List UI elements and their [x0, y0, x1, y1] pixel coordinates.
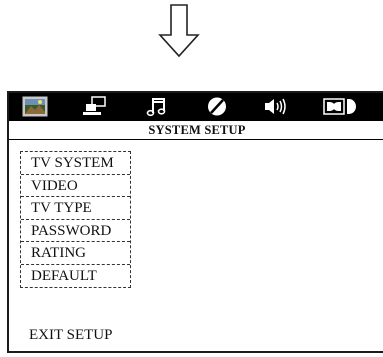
exit-setup-button[interactable]: EXIT SETUP — [29, 326, 112, 344]
preference-disc-icon[interactable] — [205, 96, 229, 117]
video-setup-icon[interactable] — [82, 96, 108, 117]
down-arrow-icon — [158, 4, 200, 58]
setup-icon-bar — [9, 93, 383, 120]
general-setup-picture-icon[interactable] — [22, 96, 48, 117]
speaker-volume-icon[interactable] — [263, 96, 293, 117]
menu-item-rating[interactable]: RATING — [21, 242, 130, 265]
menu-item-tv-system[interactable]: TV SYSTEM — [21, 152, 130, 175]
dolby-digital-icon[interactable] — [323, 96, 357, 117]
setup-menu-panel: SYSTEM SETUP TV SYSTEM VIDEO TV TYPE PAS… — [7, 91, 383, 353]
menu-item-tv-type[interactable]: TV TYPE — [21, 197, 130, 220]
page-title: SYSTEM SETUP — [9, 120, 383, 140]
system-setup-menu: TV SYSTEM VIDEO TV TYPE PASSWORD RATING … — [20, 151, 131, 288]
menu-item-video[interactable]: VIDEO — [21, 175, 130, 197]
audio-music-note-icon[interactable] — [145, 96, 169, 117]
menu-item-default[interactable]: DEFAULT — [21, 265, 130, 288]
menu-item-password[interactable]: PASSWORD — [21, 220, 130, 242]
